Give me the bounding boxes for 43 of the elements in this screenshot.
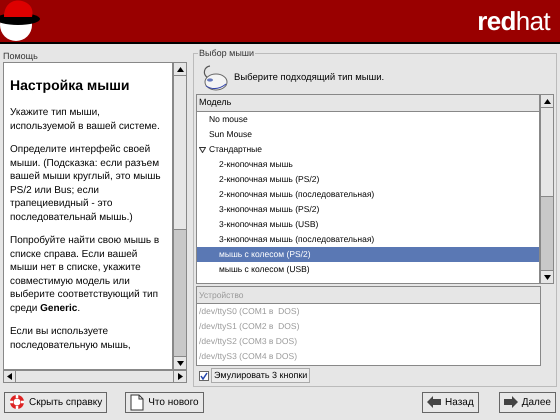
- life-ring-icon: [9, 394, 25, 410]
- document-icon: [130, 394, 144, 410]
- list-item[interactable]: 2-кнопочная мышь: [197, 157, 540, 172]
- up-arrow-icon[interactable]: [544, 98, 551, 104]
- list-item[interactable]: Sun Mouse: [197, 127, 540, 142]
- help-paragraph: Укажите тип мыши, используемой в вашей системе.: [10, 106, 161, 133]
- up-arrow-icon[interactable]: [176, 66, 184, 72]
- list-item[interactable]: Стандартные: [197, 142, 540, 157]
- help-paragraph: Попробуйте найти свою мышь в списке справа. Если вашей мыши нет в списке, укажите совместимую модель или выберите соответствующий тип среди Generic.: [10, 234, 160, 315]
- list-item[interactable]: 3-кнопочная мышь (последовательная): [197, 232, 540, 247]
- prompt-text: Выберите подходящий тип мыши.: [234, 70, 384, 85]
- horizontal-scrollbar[interactable]: [3, 370, 187, 383]
- list-item[interactable]: 3-кнопочная мышь (PS/2): [197, 202, 540, 217]
- checkbox[interactable]: [199, 370, 209, 380]
- group-label: Стандартные: [209, 143, 262, 156]
- column-header[interactable]: Модель: [197, 95, 540, 112]
- left-arrow-icon[interactable]: [7, 373, 12, 380]
- brand-logo-text: redhat: [477, 4, 550, 38]
- vertical-scrollbar[interactable]: [540, 94, 554, 284]
- group-title: Выбор мыши: [198, 47, 256, 59]
- checkmark-icon: [200, 372, 208, 380]
- list-item[interactable]: No mouse: [197, 112, 540, 127]
- next-button[interactable]: Далее: [498, 392, 556, 412]
- help-title: Помощь: [3, 50, 39, 62]
- list-item[interactable]: 3-кнопочная мышь (USB): [197, 217, 540, 232]
- list-item[interactable]: 2-кнопочная мышь (последовательная): [197, 187, 540, 202]
- back-button[interactable]: Назад: [422, 392, 479, 412]
- expander-icon[interactable]: [199, 146, 206, 152]
- help-paragraph: Определите интерфейс своей мыши. (Подсказка: если разъем вашей мыши круглый, это мышь PS/2 или Bus; если трапециевидный - это последовательнай мышь.): [10, 143, 162, 224]
- down-arrow-icon[interactable]: [176, 360, 184, 366]
- vertical-scrollbar[interactable]: [173, 62, 187, 370]
- list-item[interactable]: мышь с колесом (PS/2): [197, 247, 540, 262]
- list-item[interactable]: 2-кнопочная мышь (PS/2): [197, 172, 540, 187]
- right-arrow-icon: [504, 396, 518, 408]
- right-arrow-icon[interactable]: [178, 373, 182, 380]
- help-paragraph: Если вы используете последовательную мышь,: [10, 325, 132, 352]
- list-item[interactable]: мышь с колесом (USB): [197, 262, 540, 277]
- help-heading: Настройка мыши: [10, 76, 131, 95]
- checkbox-label[interactable]: Эмулировать 3 кнопки: [211, 368, 310, 383]
- down-arrow-icon[interactable]: [544, 274, 551, 280]
- help-button[interactable]: Скрыть справку: [4, 392, 108, 412]
- notes-button[interactable]: Что нового: [125, 392, 204, 412]
- left-arrow-icon: [427, 396, 442, 408]
